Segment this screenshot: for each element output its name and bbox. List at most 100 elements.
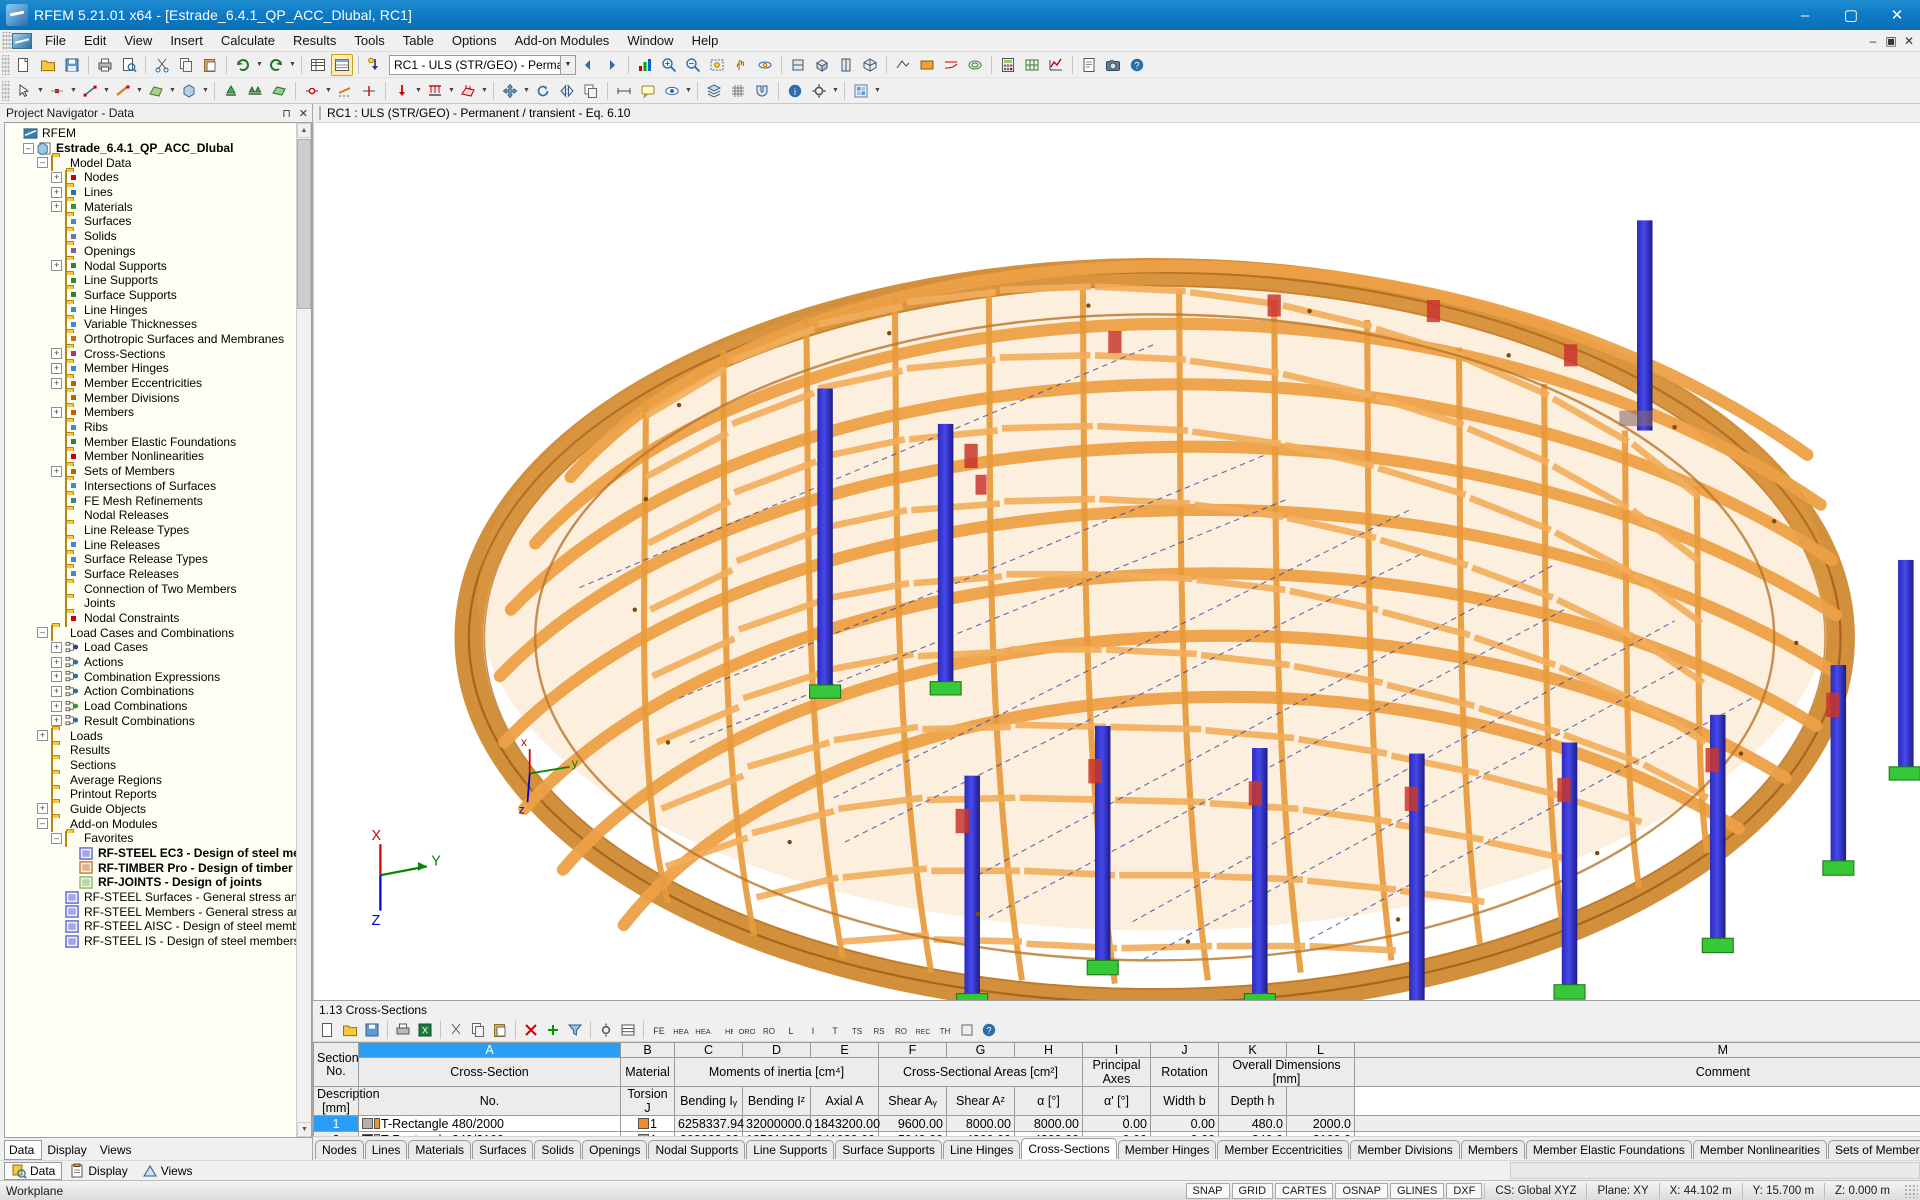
fe-mesh-icon[interactable] xyxy=(1021,54,1043,76)
maximize-button[interactable]: ▢ xyxy=(1828,0,1874,30)
bottom-tab-data[interactable]: Data xyxy=(4,1161,63,1180)
table-paste-icon[interactable] xyxy=(490,1020,510,1040)
tree-collapse-icon[interactable]: – xyxy=(37,818,48,830)
navigator-header-buttons[interactable]: ⊓ ✕ xyxy=(282,107,308,120)
table-tab-strip[interactable]: Nodes Lines Materials Surfaces Solids Opening… xyxy=(313,1136,1920,1160)
depth-cell[interactable]: 2000.0 xyxy=(1286,1115,1355,1132)
tree-item-nodes[interactable]: + Nodes xyxy=(9,169,311,186)
shear-ay-cell[interactable]: 8000.00 xyxy=(946,1115,1015,1132)
tree-item-surfaces[interactable]: Surfaces xyxy=(9,213,311,230)
mdi-restore-button[interactable]: ▣ xyxy=(1882,34,1900,48)
table-copy-icon[interactable] xyxy=(468,1020,488,1040)
window-controls[interactable]: – ▢ ✕ xyxy=(1782,0,1920,30)
table-section-custom-icon[interactable] xyxy=(957,1020,977,1040)
tree-expand-icon[interactable]: + xyxy=(51,260,62,272)
tree-item-load-cases-and-combinations[interactable]: – Load Cases and Combinations xyxy=(9,625,311,642)
visibility-icon[interactable] xyxy=(661,80,683,102)
tree-item-line-supports[interactable]: Line Supports xyxy=(9,272,311,289)
tree-item-line-hinges[interactable]: Line Hinges xyxy=(9,302,311,319)
tree-expand-icon[interactable]: + xyxy=(51,171,62,183)
tree-item-nodal-supports[interactable]: + Nodal Supports xyxy=(9,258,311,275)
table-tabs[interactable]: Nodes Lines Materials Surfaces Solids Opening… xyxy=(315,1138,1920,1159)
tree-item-action-combinations[interactable]: + Action Combinations xyxy=(9,684,311,699)
navigator-tab-views[interactable]: Views xyxy=(95,1140,140,1160)
mirror-icon[interactable] xyxy=(556,80,578,102)
menu-options[interactable]: Options xyxy=(443,30,506,52)
tree-item-surface-supports[interactable]: Surface Supports xyxy=(9,287,311,304)
table-section-ro-icon[interactable]: RO xyxy=(891,1020,911,1040)
view-iso-icon[interactable] xyxy=(859,54,881,76)
tree-expand-icon[interactable]: + xyxy=(51,201,62,213)
tree-collapse-icon[interactable]: – xyxy=(23,142,34,154)
line-support-icon[interactable] xyxy=(244,80,266,102)
tree-expand-icon[interactable]: + xyxy=(51,406,62,418)
grid-tab-materials[interactable]: Materials xyxy=(408,1140,472,1159)
row-number-cell[interactable]: 1 xyxy=(313,1115,359,1132)
tree-item-materials[interactable]: + Materials xyxy=(9,199,311,216)
column-header-H[interactable]: H xyxy=(1014,1042,1083,1058)
zoom-all-icon[interactable] xyxy=(706,54,728,76)
grid-tab-nodes[interactable]: Nodes xyxy=(315,1140,364,1159)
grid-toggle-icon[interactable] xyxy=(727,80,749,102)
tree-item-rf-joints-design-of-joints[interactable]: RF-JOINTS - Design of joints xyxy=(9,875,311,890)
member-load-icon[interactable] xyxy=(424,80,446,102)
status-toggle-glines[interactable]: GLINES xyxy=(1389,1182,1445,1199)
table-cut-icon[interactable] xyxy=(446,1020,466,1040)
column-header-E[interactable]: E xyxy=(810,1042,879,1058)
tree-item-line-releases[interactable]: Line Releases xyxy=(9,537,311,554)
navigator-close-icon[interactable]: ✕ xyxy=(299,107,308,120)
mdi-window-controls[interactable]: – ▣ ✕ xyxy=(1864,34,1918,48)
load-case-combo[interactable]: RC1 - ULS (STR/GEO) - Permanent / trar xyxy=(389,54,561,75)
tree-expand-icon[interactable]: + xyxy=(51,377,62,389)
table-section-t-icon[interactable]: T xyxy=(825,1020,845,1040)
tree-item-members[interactable]: + Members xyxy=(9,404,311,421)
new-line-icon[interactable] xyxy=(79,80,101,102)
3d-model-render[interactable]: X Y Z x y z xyxy=(314,123,1920,1000)
surface-load-icon[interactable] xyxy=(457,80,479,102)
select-dropdown-icon[interactable]: ▼ xyxy=(36,80,45,102)
bending-iy-cell[interactable]: 32000000.0 xyxy=(742,1115,812,1132)
tree-item-member-elastic-foundations[interactable]: Member Elastic Foundations xyxy=(9,434,311,451)
navigator-scrollbar[interactable]: ▲ ▼ xyxy=(296,123,311,1137)
display-deform-icon[interactable] xyxy=(940,54,962,76)
tree-item-lines[interactable]: + Lines xyxy=(9,184,311,201)
menu-window[interactable]: Window xyxy=(618,30,682,52)
tree-item-sets-of-members[interactable]: + Sets of Members xyxy=(9,463,311,480)
select-pointer-icon[interactable] xyxy=(13,80,35,102)
column-header-G[interactable]: G xyxy=(946,1042,1015,1058)
material-number-cell[interactable]: 1 xyxy=(620,1115,675,1132)
member-eccentricity-icon[interactable] xyxy=(334,80,356,102)
column-header-A[interactable]: A xyxy=(358,1042,621,1058)
tree-item-surface-release-types[interactable]: Surface Release Types xyxy=(9,551,311,568)
tree-item-member-nonlinearities[interactable]: Member Nonlinearities xyxy=(9,448,311,465)
tree-expand-icon[interactable]: + xyxy=(51,186,62,198)
table-row[interactable]: 1 T-Rectangle 480/2000 1 6258337.94 32000000… xyxy=(313,1115,1920,1132)
table-filter-icon[interactable] xyxy=(565,1020,585,1040)
toolbar-grip[interactable] xyxy=(2,54,10,75)
tree-item-member-hinges[interactable]: + Member Hinges xyxy=(9,360,311,377)
settings-dropdown-icon[interactable]: ▼ xyxy=(831,80,840,102)
scroll-thumb[interactable] xyxy=(297,139,311,309)
menu-insert[interactable]: Insert xyxy=(161,30,212,52)
tree-expand-icon[interactable]: + xyxy=(51,715,62,727)
table-section-ts-icon[interactable]: TS xyxy=(847,1020,867,1040)
grid-tab-member-hinges[interactable]: Member Hinges xyxy=(1117,1140,1217,1159)
printout-report-icon[interactable] xyxy=(1078,54,1100,76)
bending-iz-cell[interactable]: 1843200.00 xyxy=(810,1115,880,1132)
comment-cell[interactable] xyxy=(1354,1115,1920,1132)
redo-icon[interactable] xyxy=(265,54,287,76)
table-delete-row-icon[interactable] xyxy=(521,1020,541,1040)
tree-item-fe-mesh-refinements[interactable]: FE Mesh Refinements xyxy=(9,493,311,510)
table-filter-hem-icon[interactable]: HEM xyxy=(715,1020,735,1040)
print-icon[interactable] xyxy=(94,54,116,76)
tree-expand-icon[interactable]: + xyxy=(51,348,62,360)
grid-tab-line-supports[interactable]: Line Supports xyxy=(746,1140,835,1159)
tree-expand-icon[interactable]: + xyxy=(51,700,62,712)
tree-item-line-release-types[interactable]: Line Release Types xyxy=(9,522,311,539)
rotate-icon[interactable] xyxy=(532,80,554,102)
table-filter-fe-icon[interactable]: FE xyxy=(649,1020,669,1040)
table-export-excel-icon[interactable]: X xyxy=(415,1020,435,1040)
addon-dropdown-icon[interactable]: ▼ xyxy=(873,80,882,102)
table-section-i-icon[interactable]: I xyxy=(803,1020,823,1040)
tree-expand-icon[interactable]: + xyxy=(37,803,48,815)
